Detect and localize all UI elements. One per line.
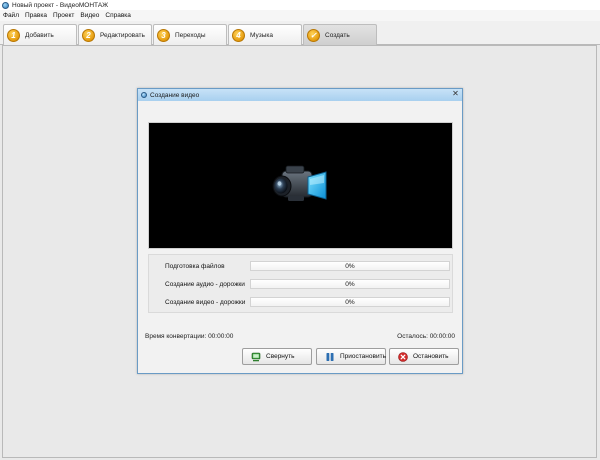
progress-percent: 0% xyxy=(345,281,355,288)
tab-music[interactable]: 4 Музыка xyxy=(228,24,302,45)
menu-video[interactable]: Видео xyxy=(80,12,99,19)
pause-button[interactable]: Приостановить xyxy=(316,348,386,365)
app-icon xyxy=(2,1,9,9)
create-video-dialog: Создание видео ✕ Подготовка файлов 0% Со… xyxy=(137,88,463,374)
tab-label: Добавить xyxy=(25,31,54,39)
step-2-icon: 2 xyxy=(82,28,95,42)
menu-help[interactable]: Справка xyxy=(105,12,131,19)
window-titlebar: Новый проект - ВидеоМОНТАЖ xyxy=(0,0,600,10)
pause-icon xyxy=(325,352,335,362)
button-label: Приостановить xyxy=(340,353,386,360)
tab-label: Переходы xyxy=(175,31,206,39)
tab-edit[interactable]: 2 Редактировать xyxy=(78,24,152,45)
menu-project[interactable]: Проект xyxy=(53,12,74,19)
progress-row: Создание аудио - дорожки 0% xyxy=(149,278,454,290)
progress-label: Подготовка файлов xyxy=(165,262,225,270)
menu-bar: Файл Правка Проект Видео Справка xyxy=(0,10,600,21)
dialog-title: Создание видео xyxy=(150,91,200,99)
step-3-icon: 3 xyxy=(157,28,170,42)
progress-bar: 0% xyxy=(250,297,450,307)
progress-label: Создание видео - дорожки xyxy=(165,298,246,306)
progress-bar: 0% xyxy=(250,261,450,271)
button-label: Свернуть xyxy=(266,353,295,360)
tab-label: Редактировать xyxy=(100,31,145,39)
tab-transitions[interactable]: 3 Переходы xyxy=(153,24,227,45)
button-label: Остановить xyxy=(413,353,449,360)
progress-label: Создание аудио - дорожки xyxy=(165,280,245,288)
tab-label: Создать xyxy=(325,31,350,39)
stop-button[interactable]: Остановить xyxy=(389,348,459,365)
tab-label: Музыка xyxy=(250,31,273,39)
progress-percent: 0% xyxy=(345,299,355,306)
stop-icon xyxy=(398,351,408,362)
close-icon[interactable]: ✕ xyxy=(451,90,460,99)
conversion-time: Время конвертации: 00:00:00 xyxy=(145,333,234,340)
menu-edit[interactable]: Правка xyxy=(25,12,47,19)
step-tabs: 1 Добавить 2 Редактировать 3 Переходы 4 … xyxy=(0,21,600,45)
step-4-icon: 4 xyxy=(232,28,245,42)
window-title: Новый проект - ВидеоМОНТАЖ xyxy=(12,1,109,9)
time-remaining: Осталось: 00:00:00 xyxy=(397,333,455,340)
minimize-button[interactable]: Свернуть xyxy=(242,348,312,365)
dialog-titlebar: Создание видео ✕ xyxy=(138,89,462,101)
video-preview xyxy=(148,122,453,249)
step-1-icon: 1 xyxy=(7,28,20,42)
dialog-app-icon xyxy=(141,92,147,98)
checkmark-icon: ✓ xyxy=(307,28,320,42)
menu-file[interactable]: Файл xyxy=(3,12,19,19)
video-camera-icon xyxy=(272,165,327,201)
minimize-icon xyxy=(251,352,261,362)
progress-percent: 0% xyxy=(345,263,355,270)
tab-create[interactable]: ✓ Создать xyxy=(303,24,377,45)
progress-row: Подготовка файлов 0% xyxy=(149,260,454,272)
tab-add[interactable]: 1 Добавить xyxy=(3,24,77,45)
progress-bar: 0% xyxy=(250,279,450,289)
progress-panel: Подготовка файлов 0% Создание аудио - до… xyxy=(148,254,453,313)
progress-row: Создание видео - дорожки 0% xyxy=(149,296,454,308)
